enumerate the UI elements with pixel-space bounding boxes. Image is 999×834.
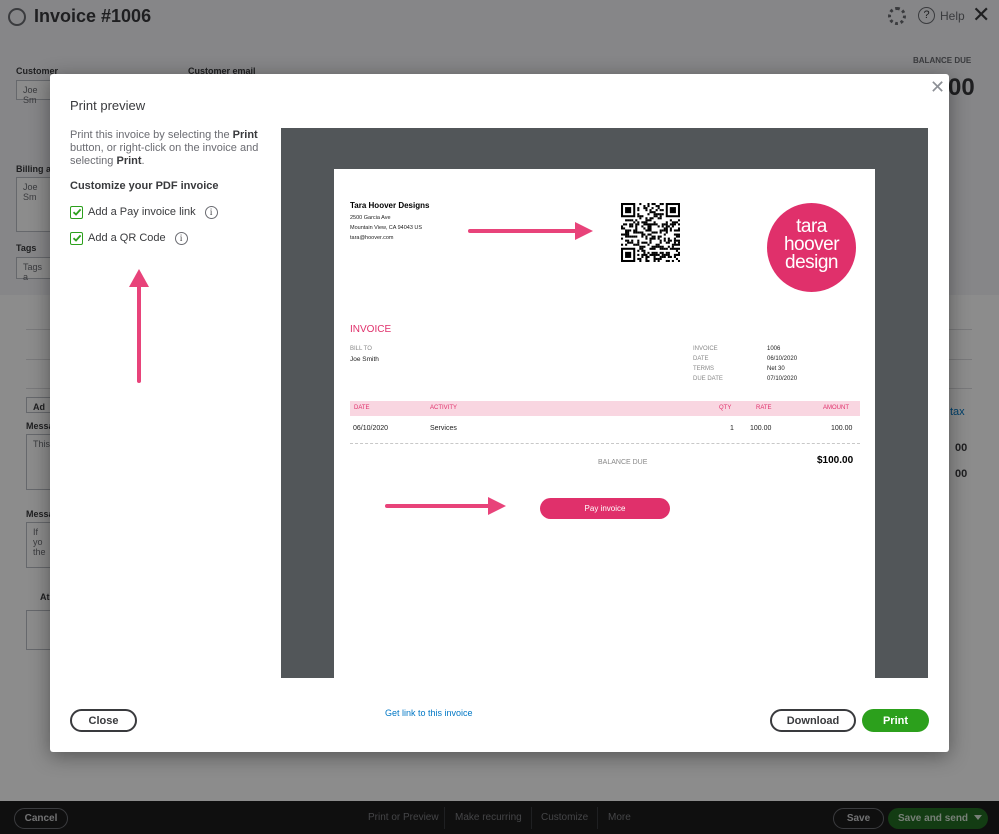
row-date: 06/10/2020 — [353, 425, 389, 432]
bill-to-name: Joe Smith — [350, 356, 379, 363]
close-icon[interactable]: ✕ — [930, 77, 945, 98]
annotation-arrow-right-icon — [468, 222, 593, 240]
annotation-arrow-up-icon — [129, 269, 149, 383]
company-name: Tara Hoover Designs — [350, 201, 430, 210]
desc-text: Print this invoice by selecting the — [70, 129, 233, 141]
date-label: DATE — [693, 356, 709, 362]
company-address-line2: Mountain View, CA 94043 US — [350, 225, 423, 231]
column-header-rate: RATE — [756, 405, 772, 411]
qr-code-checkbox[interactable] — [70, 231, 83, 245]
desc-bold: Print — [232, 129, 258, 141]
row-qty: 1 — [730, 425, 734, 432]
column-header-qty: QTY — [719, 405, 732, 411]
company-address-line1: 2500 Garcia Ave — [350, 215, 391, 221]
desc-bold: Print — [116, 155, 142, 167]
table-divider — [350, 443, 860, 444]
column-header-date: DATE — [354, 405, 370, 411]
dialog-description: Print this invoice by selecting the Prin… — [70, 129, 270, 168]
company-email: tara@hoover.com — [350, 235, 394, 241]
option-label: Add a Pay invoice link — [88, 206, 196, 218]
balance-due-value: $100.00 — [817, 455, 854, 466]
invoice-preview-pane[interactable]: Tara Hoover Designs 2500 Garcia Ave Moun… — [281, 128, 928, 678]
qr-code-option[interactable]: Add a QR Code i — [70, 230, 188, 246]
due-date-value: 07/10/2020 — [767, 376, 798, 382]
company-logo: tara hoover design — [767, 203, 856, 292]
option-label: Add a QR Code — [88, 232, 166, 244]
close-button[interactable]: Close — [70, 709, 137, 732]
desc-text: . — [141, 155, 145, 167]
logo-text: design — [785, 252, 839, 273]
balance-due-label: BALANCE DUE — [598, 459, 648, 466]
get-link-to-invoice[interactable]: Get link to this invoice — [385, 708, 473, 718]
row-activity: Services — [430, 425, 457, 432]
info-icon[interactable]: i — [204, 205, 218, 219]
row-rate: 100.00 — [750, 425, 772, 432]
download-button[interactable]: Download — [770, 709, 856, 732]
column-header-amount: AMOUNT — [823, 405, 849, 411]
pay-invoice-link-option[interactable]: Add a Pay invoice link i — [70, 204, 218, 220]
customize-heading: Customize your PDF invoice — [70, 180, 219, 192]
invoice-document: Tara Hoover Designs 2500 Garcia Ave Moun… — [334, 169, 875, 678]
line-items-header: DATE ACTIVITY QTY RATE AMOUNT — [350, 401, 860, 416]
pay-invoice-button: Pay invoice — [540, 498, 670, 519]
pay-invoice-link-checkbox[interactable] — [70, 205, 83, 219]
terms-value: Net 30 — [767, 366, 785, 372]
column-header-activity: ACTIVITY — [430, 405, 458, 411]
print-preview-dialog: ✕ Print preview Print this invoice by se… — [50, 74, 949, 752]
desc-text: button, or right-click on the invoice an… — [70, 142, 259, 167]
due-date-label: DUE DATE — [693, 376, 723, 382]
info-icon[interactable]: i — [174, 231, 188, 245]
row-amount: 100.00 — [831, 425, 853, 432]
dialog-title: Print preview — [70, 98, 146, 113]
print-button[interactable]: Print — [862, 709, 929, 732]
invoice-heading: INVOICE — [350, 324, 392, 335]
date-value: 06/10/2020 — [767, 356, 798, 362]
invoice-number-label: INVOICE — [693, 346, 718, 352]
annotation-arrow-right-icon — [385, 497, 506, 515]
qr-code — [621, 203, 680, 262]
terms-label: TERMS — [693, 366, 714, 372]
invoice-number-value: 1006 — [767, 346, 781, 352]
bill-to-label: BILL TO — [350, 346, 372, 352]
